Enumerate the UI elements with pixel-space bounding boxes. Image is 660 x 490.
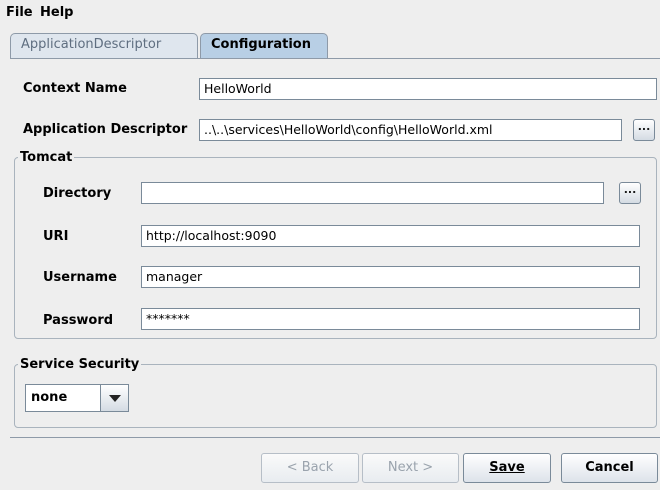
tab-application-descriptor[interactable]: ApplicationDescriptor <box>10 33 198 58</box>
save-button-label: Save <box>489 460 525 475</box>
directory-label: Directory <box>43 186 112 201</box>
password-field[interactable]: ******* <box>141 308 640 330</box>
application-descriptor-label: Application Descriptor <box>23 122 188 137</box>
chevron-down-icon <box>109 395 121 402</box>
cancel-button[interactable]: Cancel <box>561 453 658 483</box>
application-descriptor-browse-button[interactable]: ... <box>633 119 655 141</box>
next-button[interactable]: Next > <box>362 453 459 483</box>
password-label: Password <box>43 313 114 328</box>
directory-field[interactable] <box>141 182 604 204</box>
username-field[interactable]: manager <box>141 266 640 288</box>
service-security-dropdown[interactable]: none <box>25 384 129 412</box>
save-button[interactable]: Save <box>463 453 551 483</box>
context-name-field[interactable]: HelloWorld <box>199 78 657 100</box>
directory-browse-button[interactable]: ... <box>619 182 641 204</box>
uri-field[interactable]: http://localhost:9090 <box>141 225 640 247</box>
dropdown-arrow-button[interactable] <box>100 385 128 411</box>
application-descriptor-field[interactable]: ..\..\services\HelloWorld\config\HelloWo… <box>199 119 622 141</box>
tab-divider <box>10 58 660 59</box>
tab-configuration[interactable]: Configuration <box>200 33 328 58</box>
service-security-title: Service Security <box>20 357 140 372</box>
context-name-label: Context Name <box>23 81 127 96</box>
menu-file[interactable]: File <box>6 5 33 20</box>
uri-label: URI <box>43 229 69 244</box>
tomcat-group-title: Tomcat <box>20 150 73 165</box>
button-bar-separator <box>10 437 660 438</box>
service-security-selected: none <box>31 390 68 405</box>
menu-help[interactable]: Help <box>40 5 73 20</box>
menu-bar: File Help <box>0 0 660 27</box>
username-label: Username <box>43 270 117 285</box>
back-button[interactable]: < Back <box>261 453 359 483</box>
